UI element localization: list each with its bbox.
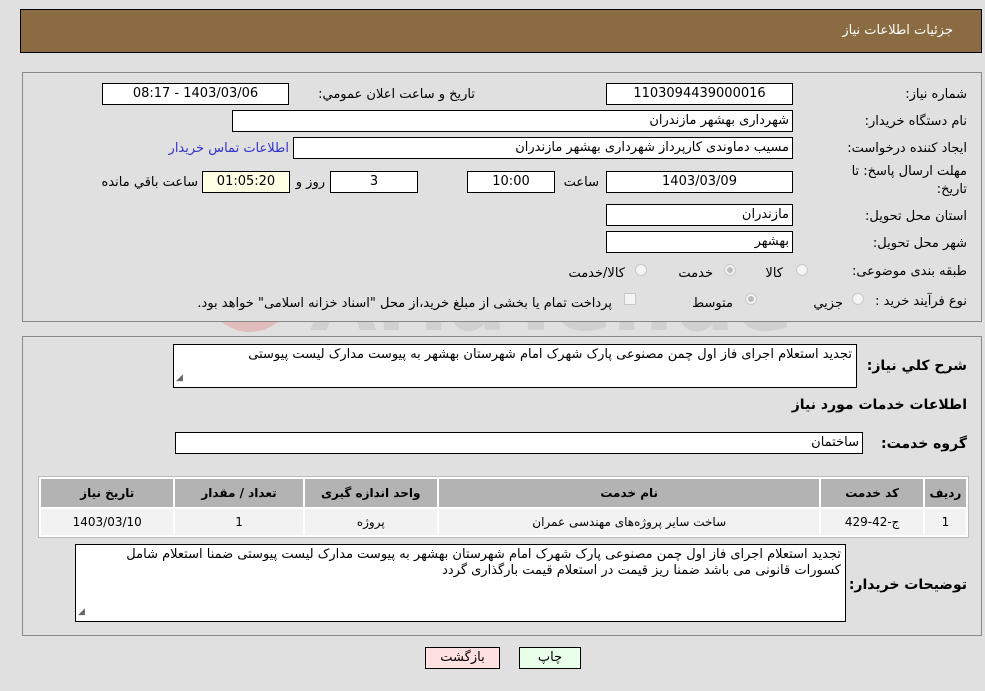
- category-radio-goods-service[interactable]: [635, 264, 647, 276]
- category-radio-service[interactable]: [724, 264, 736, 276]
- col-header-row-number: ردیف: [924, 479, 966, 507]
- days-label: روز و: [295, 175, 325, 190]
- creator-label: ایجاد کننده درخواست:: [847, 141, 967, 156]
- buyer-notes-textarea[interactable]: تجدید استعلام اجرای فاز اول چمن مصنوعی پ…: [75, 544, 846, 622]
- category-option-goods-service: کالا/خدمت: [568, 266, 625, 281]
- purchase-type-radio-minor[interactable]: [852, 293, 864, 305]
- service-group-label: گروه خدمت:: [881, 436, 967, 452]
- creator-field: مسیب دماوندی کارپرداز شهرداری بهشهر مازن…: [293, 137, 793, 159]
- description-text: تجدید استعلام اجرای فاز اول چمن مصنوعی پ…: [248, 347, 852, 362]
- page-header: جزئیات اطلاعات نیاز: [20, 9, 982, 53]
- description-label: شرح کلي نیاز:: [866, 358, 967, 374]
- print-button[interactable]: چاپ: [519, 647, 581, 669]
- deadline-time-field: 10:00: [467, 171, 555, 193]
- days-remaining-field: 3: [330, 171, 418, 193]
- description-textarea[interactable]: تجدید استعلام اجرای فاز اول چمن مصنوعی پ…: [173, 344, 857, 388]
- service-group-field: ساختمان: [175, 432, 863, 454]
- services-section-title: اطلاعات خدمات مورد نیاز: [791, 397, 967, 413]
- category-option-goods: کالا: [765, 266, 783, 281]
- announce-datetime-field: 1403/03/06 - 08:17: [102, 83, 289, 105]
- cell-row-number: 1: [924, 509, 966, 535]
- buyer-notes-text: تجدید استعلام اجرای فاز اول چمن مصنوعی پ…: [126, 547, 841, 578]
- cell-service-code: ج-42-429: [821, 509, 923, 535]
- province-label: استان محل تحویل:: [865, 209, 967, 224]
- city-label: شهر محل تحویل:: [872, 236, 967, 251]
- treasury-note: پرداخت تمام یا بخشی از مبلغ خرید،از محل …: [197, 296, 612, 311]
- page-title: جزئیات اطلاعات نیاز: [842, 23, 953, 38]
- need-number-label: شماره نیاز:: [905, 87, 967, 102]
- buyer-org-field: شهرداری بهشهر مازندران: [232, 110, 793, 132]
- cell-quantity: 1: [175, 509, 303, 535]
- buyer-contact-link[interactable]: اطلاعات تماس خریدار: [169, 141, 289, 156]
- table-header-row: ردیف کد خدمت نام خدمت واحد اندازه گیری ت…: [41, 479, 966, 507]
- deadline-label-line2: تاریخ:: [936, 182, 967, 197]
- deadline-label-line1: مهلت ارسال پاسخ: تا: [851, 164, 967, 179]
- purchase-type-label: نوع فرآیند خرید :: [875, 294, 967, 309]
- cell-unit: پروژه: [304, 509, 437, 535]
- purchase-type-option-minor: جزيي: [813, 296, 843, 311]
- col-header-need-date: تاریخ نیاز: [41, 479, 174, 507]
- remaining-time-label: ساعت باقي مانده: [101, 175, 198, 190]
- purchase-type-option-medium: متوسط: [692, 296, 733, 311]
- need-number-field: 1103094439000016: [606, 83, 793, 105]
- announce-datetime-label: تاریخ و ساعت اعلان عمومي:: [318, 87, 475, 102]
- province-field: مازندران: [606, 204, 793, 226]
- deadline-date-field: 1403/03/09: [606, 171, 793, 193]
- category-option-service: خدمت: [678, 266, 713, 281]
- col-header-unit: واحد اندازه گیری: [304, 479, 437, 507]
- buyer-notes-label: توضیحات خریدار:: [848, 577, 967, 593]
- deadline-time-label: ساعت: [563, 175, 599, 190]
- treasury-checkbox[interactable]: [624, 293, 636, 305]
- category-radio-goods[interactable]: [796, 264, 808, 276]
- table-row: 1 ج-42-429 ساخت سایر پروژه‌های مهندسی عم…: [41, 509, 966, 535]
- cell-service-name: ساخت سایر پروژه‌های مهندسی عمران: [438, 509, 820, 535]
- col-header-service-code: کد خدمت: [821, 479, 923, 507]
- category-label: طبقه بندی موضوعی:: [851, 264, 967, 279]
- back-button[interactable]: بازگشت: [425, 647, 500, 669]
- purchase-type-radio-medium[interactable]: [745, 293, 757, 305]
- buyer-org-label: نام دستگاه خریدار:: [864, 114, 967, 129]
- remaining-time-field: 01:05:20: [202, 171, 290, 193]
- resize-handle-icon[interactable]: ◢: [176, 370, 183, 386]
- services-table: ردیف کد خدمت نام خدمت واحد اندازه گیری ت…: [38, 476, 969, 538]
- cell-need-date: 1403/03/10: [41, 509, 174, 535]
- resize-handle-icon[interactable]: ◢: [78, 604, 85, 620]
- col-header-quantity: تعداد / مقدار: [175, 479, 303, 507]
- city-field: بهشهر: [606, 231, 793, 253]
- col-header-service-name: نام خدمت: [438, 479, 820, 507]
